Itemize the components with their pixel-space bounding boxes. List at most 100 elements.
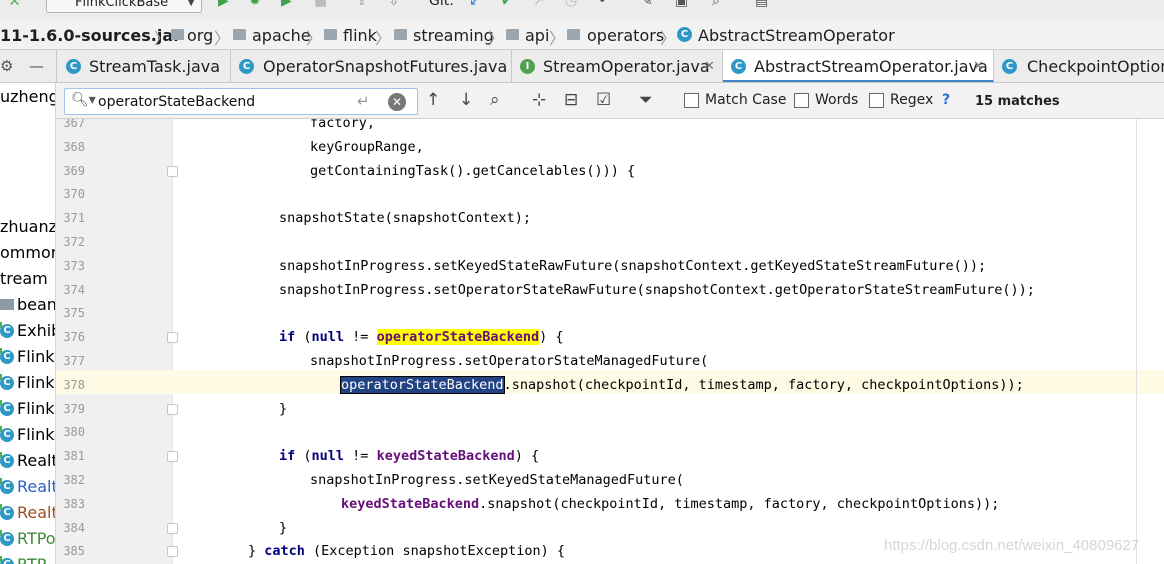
git-revert-icon[interactable]: ↶ xyxy=(599,0,611,8)
fold-marker-icon[interactable] xyxy=(167,546,178,558)
code-line[interactable]: snapshotInProgress.setOperatorStateRawFu… xyxy=(279,282,1035,298)
breadcrumb-separator: 〉 xyxy=(154,29,171,48)
tab-streamoperator[interactable]: I StreamOperator.java ✕ xyxy=(512,50,723,82)
toggle-selection-icon[interactable]: ☑ xyxy=(596,90,611,110)
fold-marker-icon[interactable] xyxy=(167,332,178,344)
match-case-checkbox[interactable] xyxy=(684,93,699,108)
search-history-icon[interactable]: 🔍︎▾ xyxy=(71,92,96,108)
close-icon[interactable]: ✕ xyxy=(704,50,715,82)
interface-icon: I xyxy=(520,59,535,74)
breadcrumb-class[interactable]: AbstractStreamOperator xyxy=(698,26,895,45)
search-everywhere-icon[interactable]: ⌕ xyxy=(712,0,720,8)
keyword: if xyxy=(279,329,296,346)
run-icon[interactable]: ▶ xyxy=(218,0,229,8)
code-line[interactable]: operatorStateBackend.snapshot(checkpoint… xyxy=(340,375,1024,394)
minimize-icon[interactable]: — xyxy=(29,50,44,82)
class-icon: C xyxy=(0,374,14,390)
git-commit-icon[interactable]: ✔ xyxy=(501,0,513,8)
code-line[interactable]: keyedStateBackend.snapshot(checkpointId,… xyxy=(341,496,999,512)
close-icon[interactable]: ✕ xyxy=(973,50,984,82)
tool-window-controls: ⚙ — xyxy=(0,50,57,82)
sdk-icon[interactable]: ▣ xyxy=(675,0,688,8)
line-number: 376 xyxy=(63,330,85,345)
field-reference: keyedStateBackend xyxy=(341,495,480,512)
breadcrumb-api[interactable]: api xyxy=(525,26,549,45)
code-line[interactable]: snapshotInProgress.setOperatorStateManag… xyxy=(310,353,708,369)
remove-selection-icon[interactable]: ⊟ xyxy=(564,90,578,110)
code-line[interactable]: snapshotInProgress.setKeyedStateManagedF… xyxy=(310,472,684,488)
breadcrumb-apache[interactable]: apache xyxy=(252,26,311,45)
project-structure-icon[interactable]: ✎ xyxy=(641,0,653,8)
fold-marker-icon[interactable] xyxy=(167,165,178,177)
search-input[interactable] xyxy=(98,93,348,111)
clear-search-icon[interactable]: ✕ xyxy=(388,93,406,111)
project-sidebar: uzheng zhuanzl ommon tream bean C Exhib … xyxy=(0,83,56,564)
gear-icon[interactable]: ⚙ xyxy=(0,50,13,82)
tab-streamtask[interactable]: C StreamTask.java xyxy=(58,50,231,82)
run-with-coverage-icon[interactable]: ▶ xyxy=(281,0,292,8)
code-text: keyGroupRange, xyxy=(310,138,424,155)
code-line[interactable]: } catch (Exception snapshotException) { xyxy=(248,543,565,559)
tab-label: OperatorSnapshotFutures.java xyxy=(263,57,508,76)
presentation-icon[interactable]: ▤ xyxy=(755,0,768,8)
breadcrumb-operators[interactable]: operators xyxy=(587,26,664,45)
match-count: 15 matches xyxy=(975,94,1060,109)
code-text: getContainingTask().getCancelables())) { xyxy=(310,162,636,179)
field-reference: keyedStateBackend xyxy=(376,448,515,465)
code-text: snapshotState(snapshotContext); xyxy=(279,210,531,227)
debug-icon[interactable]: ✹ xyxy=(249,0,261,8)
select-all-occurrences-icon[interactable]: ⌕ xyxy=(490,90,500,110)
code-line[interactable]: factory, xyxy=(310,119,375,131)
update-project-icon[interactable]: ⇪ xyxy=(356,0,368,8)
words-checkbox[interactable] xyxy=(794,93,809,108)
code-line[interactable]: snapshotState(snapshotContext); xyxy=(279,210,531,226)
new-line-icon[interactable]: ↵ xyxy=(357,92,370,110)
previous-occurrence-icon[interactable]: ↑ xyxy=(426,90,440,110)
tab-checkpointoptions[interactable]: C CheckpointOptions xyxy=(994,50,1164,82)
regex-label: Regex xyxy=(890,92,934,108)
keyword: null xyxy=(311,329,345,346)
tab-operatorsnapshotfutures[interactable]: C OperatorSnapshotFutures.java xyxy=(231,50,512,82)
code-line[interactable]: if (null != keyedStateBackend) { xyxy=(279,448,539,464)
commit-icon[interactable]: ⇩ xyxy=(388,0,400,8)
keyword: null xyxy=(311,448,345,465)
line-number: 375 xyxy=(63,306,85,321)
code-line[interactable]: } xyxy=(279,520,287,536)
code-line[interactable]: if (null != operatorStateBackend) { xyxy=(279,329,564,346)
code-editor[interactable]: 367 factory, 368 keyGroupRange, 369 getContai… xyxy=(56,119,1164,564)
breadcrumb-flink[interactable]: flink xyxy=(343,26,377,45)
code-line[interactable]: } xyxy=(279,401,287,417)
stop-icon[interactable]: ■ xyxy=(314,0,327,8)
code-text: ( xyxy=(295,329,312,346)
breadcrumb-streaming[interactable]: streaming xyxy=(413,26,494,45)
code-line[interactable]: getContainingTask().getCancelables())) { xyxy=(310,163,635,179)
git-update-icon[interactable]: ↙ xyxy=(469,0,481,8)
git-history-icon[interactable]: ◷ xyxy=(565,0,577,8)
line-number: 370 xyxy=(63,187,85,202)
code-line[interactable]: snapshotInProgress.setKeyedStateRawFutur… xyxy=(279,258,986,274)
git-push-icon[interactable]: ↗ xyxy=(533,0,545,8)
class-icon: C xyxy=(731,59,746,74)
filter-icon[interactable]: ⏷ xyxy=(639,90,653,110)
run-configuration-select[interactable]: FlinkClickBase ▼ xyxy=(46,0,202,13)
build-hammer-icon[interactable]: ⚒ xyxy=(8,0,21,8)
class-icon: C xyxy=(0,322,14,338)
regex-help-link[interactable]: ? xyxy=(942,92,950,108)
regex-checkbox[interactable] xyxy=(869,93,884,108)
breadcrumb-separator: 〉 xyxy=(306,29,323,48)
next-occurrence-icon[interactable]: ↓ xyxy=(459,90,473,110)
fold-marker-icon[interactable] xyxy=(167,522,178,534)
code-text: != xyxy=(344,448,377,465)
code-text: .snapshot(checkpointId, timestamp, facto… xyxy=(503,376,1024,393)
package-folder-icon xyxy=(324,29,337,40)
current-search-match: operatorStateBackend xyxy=(340,375,505,394)
line-number: 382 xyxy=(63,473,85,487)
breadcrumb-org[interactable]: org xyxy=(187,26,213,45)
tab-abstractstreamoperator[interactable]: C AbstractStreamOperator.java ✕ xyxy=(723,50,994,82)
add-selection-icon[interactable]: ⊹ xyxy=(532,90,546,110)
tab-label: StreamOperator.java xyxy=(543,57,710,76)
code-line[interactable]: keyGroupRange, xyxy=(310,139,424,155)
find-field[interactable]: 🔍︎▾ ↵ ✕ xyxy=(64,88,418,115)
fold-marker-icon[interactable] xyxy=(167,403,178,415)
fold-marker-icon[interactable] xyxy=(167,451,178,463)
